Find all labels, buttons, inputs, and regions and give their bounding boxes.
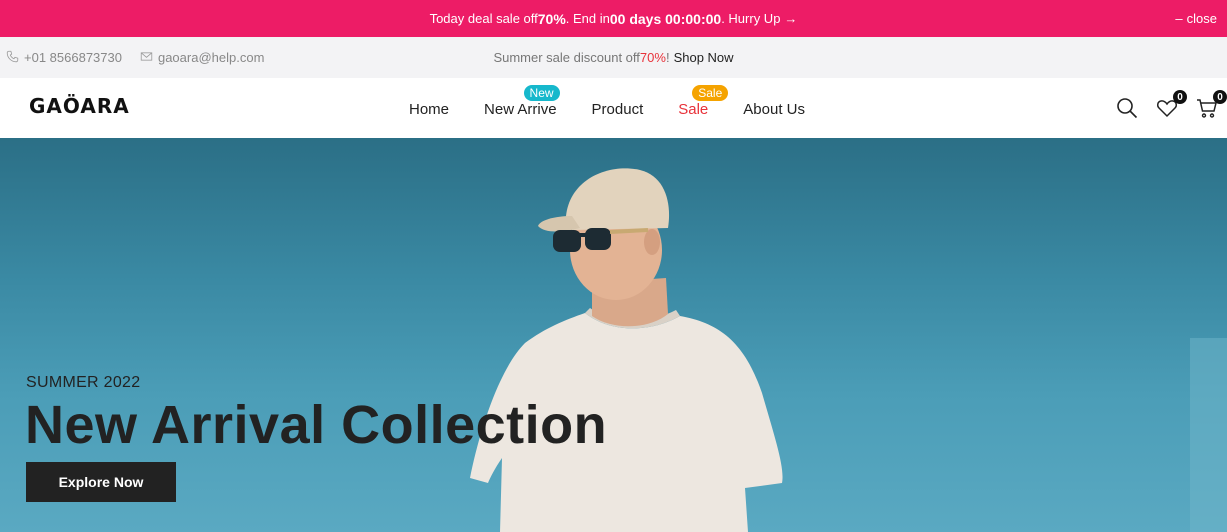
main-header: GAÖARA Home New New Arrive Product Sale … [0,78,1227,138]
new-badge: New [523,84,560,101]
heart-icon [1155,100,1179,124]
wishlist-button[interactable]: 0 [1155,90,1187,120]
main-nav: Home New New Arrive Product Sale Sale Ab… [409,78,840,138]
cart-icon [1195,99,1219,124]
nav-label: About Us [743,100,805,118]
mail-icon [140,50,153,66]
promo-discount: 70% [537,10,566,27]
nav-item-home[interactable]: Home [409,99,449,118]
sale-percent: 70% [639,50,666,65]
site-logo[interactable]: GAÖARA [29,94,130,118]
nav-item-about-us[interactable]: About Us [743,99,805,118]
hero-subtitle: SUMMER 2022 [26,374,141,391]
search-icon [1115,98,1139,124]
header-actions: 0 0 [1115,78,1227,138]
cart-count: 0 [1213,90,1227,104]
hero-title: New Arrival Collection [25,395,608,455]
dash-icon: – [1175,11,1183,26]
hero-banner: SUMMER 2022 New Arrival Collection Explo… [0,138,1227,532]
email-address: gaoara@help.com [157,50,265,65]
search-button[interactable] [1115,96,1139,120]
promo-text-mid: . End in [565,11,610,26]
nav-label: Sale [678,100,709,118]
promo-text-pre: Today deal sale off [429,11,538,26]
explore-now-button[interactable]: Explore Now [26,462,176,502]
promo-text-post[interactable]: . Hurry Up [721,11,780,26]
shop-now-link[interactable]: Shop Now [674,50,734,65]
promo-bar: Today deal sale off 70% . End in 00 days… [0,0,1227,37]
hero-model-image [470,168,1227,532]
nav-label: Home [409,100,450,118]
nav-label: Product [591,100,644,118]
promo-close-button[interactable]: – close [1175,0,1217,37]
contact-info: +01 8566873730 gaoara@help.com [6,37,264,78]
sale-badge: Sale [692,84,729,101]
nav-item-sale[interactable]: Sale Sale [678,84,729,118]
email-info[interactable]: gaoara@help.com [140,50,264,66]
phone-number: +01 8566873730 [24,50,122,65]
sale-text: Summer sale discount off [493,50,640,65]
nav-item-new-arrive[interactable]: New New Arrive [484,84,560,118]
nav-label: New Arrive [484,100,557,118]
info-bar: +01 8566873730 gaoara@help.com Summer sa… [0,37,1227,78]
phone-icon [6,50,19,66]
phone-info[interactable]: +01 8566873730 [6,50,122,66]
sale-bang: ! [665,50,670,65]
promo-countdown: 00 days 00:00:00 [609,10,722,27]
cart-button[interactable]: 0 [1195,90,1227,120]
nav-item-product[interactable]: Product [592,99,644,118]
arrow-right-icon[interactable]: → [784,11,797,26]
wishlist-count: 0 [1173,90,1187,104]
promo-close-label: close [1186,11,1217,26]
